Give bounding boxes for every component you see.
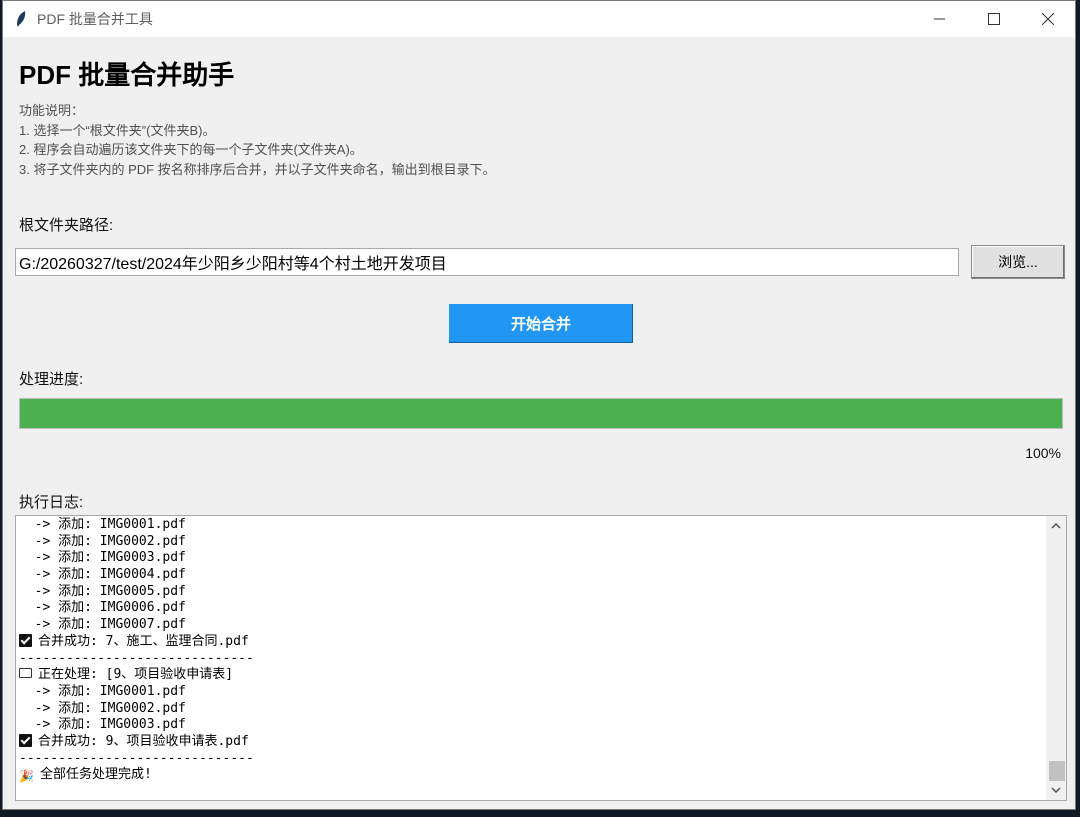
scroll-up-arrow-icon[interactable] bbox=[1046, 516, 1066, 536]
instructions: 功能说明： 1. 选择一个“根文件夹”(文件夹B)。 2. 程序会自动遍历该文件… bbox=[19, 101, 496, 179]
log-line-text: 正在处理: [9、项目验收申请表] bbox=[38, 667, 234, 683]
window-title: PDF 批量合并工具 bbox=[37, 11, 153, 27]
progress-bar bbox=[19, 398, 1063, 429]
close-button[interactable] bbox=[1021, 1, 1075, 37]
folder-icon bbox=[19, 668, 32, 679]
log-line-text: -> 添加: IMG0002.pdf bbox=[19, 533, 186, 549]
log-line: -> 添加: IMG0003.pdf bbox=[19, 550, 254, 567]
progress-fill bbox=[20, 399, 1062, 428]
log-line-text: -> 添加: IMG0003.pdf bbox=[19, 550, 186, 566]
log-line: -> 添加: IMG0007.pdf bbox=[19, 617, 254, 634]
log-line-text: -> 添加: IMG0001.pdf bbox=[19, 517, 186, 532]
log-line: ------------------------------ bbox=[19, 651, 254, 668]
log-line-text: 全部任务处理完成! bbox=[39, 767, 152, 783]
log-line-text: -> 添加: IMG0007.pdf bbox=[19, 617, 186, 633]
log-line: 合并成功: 7、施工、监理合同.pdf bbox=[19, 633, 254, 651]
log-line: 正在处理: [9、项目验收申请表] bbox=[19, 667, 254, 684]
log-line-text: -> 添加: IMG0006.pdf bbox=[19, 600, 186, 616]
scrollbar-thumb[interactable] bbox=[1049, 761, 1065, 781]
log-line: -> 添加: IMG0005.pdf bbox=[19, 584, 254, 601]
page-title: PDF 批量合并助手 bbox=[19, 60, 235, 90]
log-line-text: ------------------------------ bbox=[19, 650, 254, 666]
log-line: -> 添加: IMG0001.pdf bbox=[19, 517, 254, 534]
log-line: -> 添加: IMG0001.pdf bbox=[19, 684, 254, 701]
log-line: 🎉 全部任务处理完成! bbox=[19, 767, 254, 784]
log-line: 合并成功: 9、项目验收申请表.pdf bbox=[19, 733, 254, 751]
maximize-icon bbox=[988, 13, 1000, 25]
log-line-text: -> 添加: IMG0001.pdf bbox=[19, 683, 186, 699]
party-popper-icon: 🎉 bbox=[19, 769, 34, 784]
minimize-button[interactable] bbox=[913, 1, 967, 37]
log-output[interactable]: -> 添加: IMG0001.pdf -> 添加: IMG0002.pdf ->… bbox=[15, 515, 1067, 801]
minimize-icon bbox=[934, 18, 945, 20]
scroll-down-arrow-icon[interactable] bbox=[1046, 780, 1066, 800]
checkmark-icon bbox=[19, 633, 32, 647]
instruction-line: 2. 程序会自动遍历该文件夹下的每一个子文件夹(文件夹A)。 bbox=[19, 142, 363, 157]
start-merge-button[interactable]: 开始合并 bbox=[449, 304, 633, 343]
log-line-text: -> 添加: IMG0003.pdf bbox=[19, 717, 186, 733]
log-label: 执行日志: bbox=[19, 494, 84, 511]
log-scrollbar[interactable] bbox=[1046, 516, 1066, 800]
progress-percent: 100% bbox=[1025, 445, 1061, 461]
log-line: -> 添加: IMG0003.pdf bbox=[19, 717, 254, 734]
instruction-line: 3. 将子文件夹内的 PDF 按名称排序后合并，并以子文件夹命名，输出到根目录下… bbox=[19, 161, 496, 177]
maximize-button[interactable] bbox=[967, 1, 1021, 37]
log-line-text: ------------------------------ bbox=[19, 750, 254, 766]
browse-button[interactable]: 浏览... bbox=[971, 245, 1065, 279]
log-line-text: 合并成功: 9、项目验收申请表.pdf bbox=[38, 733, 249, 749]
root-path-label: 根文件夹路径: bbox=[19, 217, 114, 234]
log-line: -> 添加: IMG0002.pdf bbox=[19, 701, 254, 718]
close-icon bbox=[1042, 13, 1054, 25]
checkmark-icon bbox=[19, 733, 32, 747]
log-line-text: 合并成功: 7、施工、监理合同.pdf bbox=[38, 633, 249, 649]
progress-label: 处理进度: bbox=[19, 371, 84, 388]
log-line: -> 添加: IMG0006.pdf bbox=[19, 600, 254, 617]
log-line-text: -> 添加: IMG0002.pdf bbox=[19, 700, 186, 716]
log-line: -> 添加: IMG0002.pdf bbox=[19, 534, 254, 551]
instruction-line: 1. 选择一个“根文件夹”(文件夹B)。 bbox=[19, 122, 216, 138]
log-line: ------------------------------ bbox=[19, 751, 254, 768]
log-line-text: -> 添加: IMG0005.pdf bbox=[19, 583, 186, 599]
title-bar[interactable]: PDF 批量合并工具 bbox=[3, 1, 1075, 37]
feather-icon bbox=[15, 9, 31, 29]
log-line-text: -> 添加: IMG0004.pdf bbox=[19, 567, 186, 583]
app-window: PDF 批量合并工具 PDF 批量合并助手 功能说明： 1. 选择一个“根文件夹… bbox=[2, 0, 1076, 810]
root-path-input[interactable] bbox=[15, 248, 959, 276]
log-line: -> 添加: IMG0004.pdf bbox=[19, 567, 254, 584]
instruction-line: 功能说明： bbox=[19, 103, 85, 118]
